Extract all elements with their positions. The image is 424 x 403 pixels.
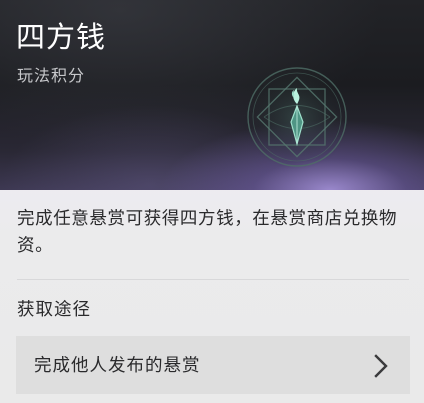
currency-emblem-icon xyxy=(244,64,350,170)
divider xyxy=(17,279,409,280)
acquisition-heading: 获取途径 xyxy=(17,300,91,320)
chevron-right-icon xyxy=(374,354,388,378)
acquisition-source-item[interactable]: 完成他人发布的悬赏 xyxy=(16,336,410,394)
item-detail-card: 四方钱 玩法积分 完成任意悬赏可获得四方钱，在悬赏商店兑换物资。 获取途径 完成… xyxy=(0,0,424,403)
item-title: 四方钱 xyxy=(16,20,107,54)
item-details: 完成任意悬赏可获得四方钱，在悬赏商店兑换物资。 获取途径 完成他人发布的悬赏 xyxy=(0,190,424,403)
item-category: 玩法积分 xyxy=(17,66,86,85)
item-header: 四方钱 玩法积分 xyxy=(0,0,424,190)
item-description: 完成任意悬赏可获得四方钱，在悬赏商店兑换物资。 xyxy=(17,209,398,256)
acquisition-source-label: 完成他人发布的悬赏 xyxy=(34,356,201,376)
